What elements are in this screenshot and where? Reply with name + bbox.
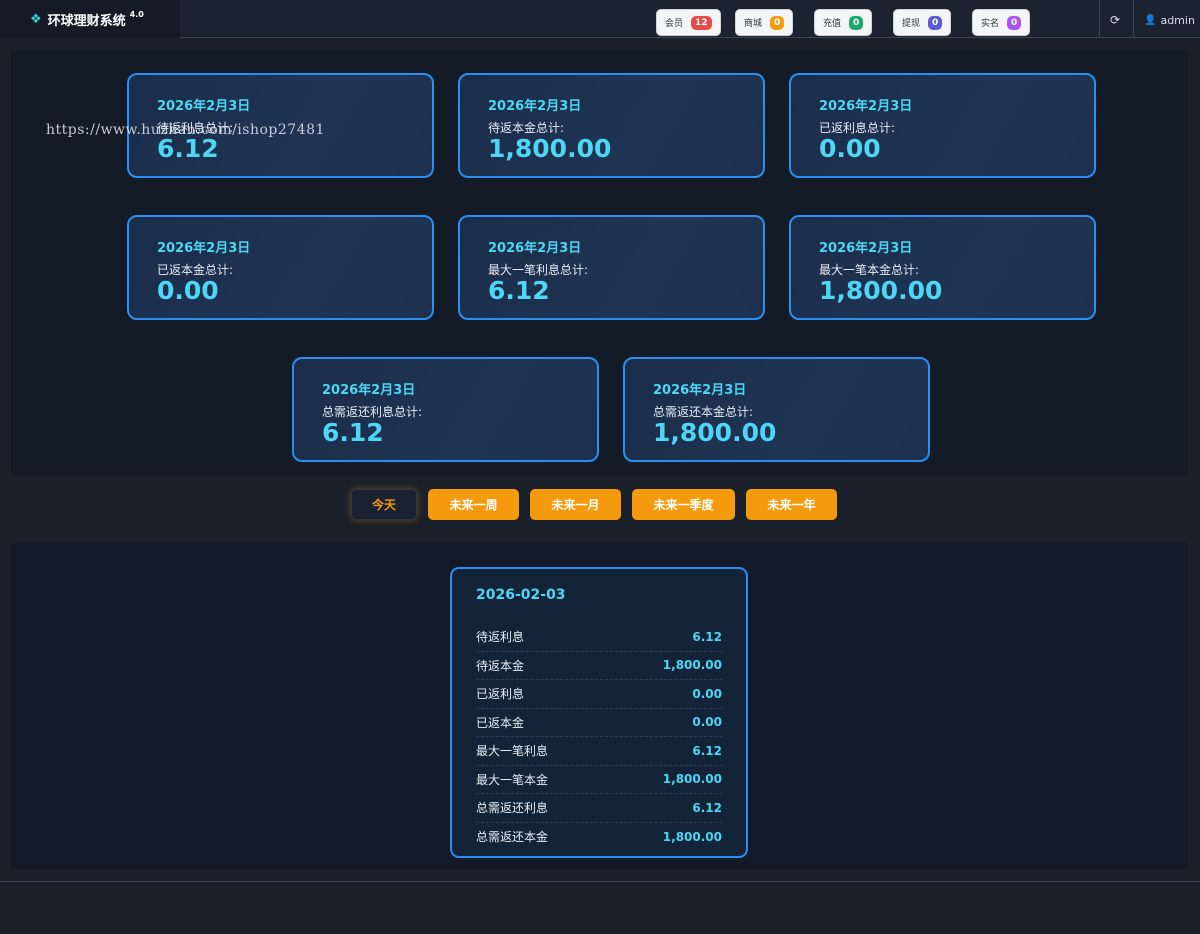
count-badge: 0 — [928, 15, 943, 30]
chip-recharge[interactable]: 充值 0 — [814, 9, 873, 36]
chip-mall[interactable]: 商城 0 — [735, 9, 794, 36]
row-label: 总需返还利息 — [476, 801, 549, 816]
card-value: 6.12 — [322, 418, 384, 447]
card-date: 2026年2月3日 — [819, 241, 913, 256]
row-label: 待返利息 — [476, 630, 525, 645]
row-label: 最大一笔利息 — [476, 744, 549, 759]
row-value: 6.12 — [692, 743, 722, 758]
brand[interactable]: ❖ 环球理财系统 4.0 — [0, 0, 180, 38]
chip-withdraw[interactable]: 提现 0 — [893, 9, 952, 36]
chip-members[interactable]: 会员 12 — [656, 9, 721, 36]
stat-card-max-principal: 2026年2月3日 最大一笔本金总计: 1,800.00 — [789, 215, 1096, 320]
list-item: 已返本金 0.00 — [476, 709, 722, 737]
row-value: 0.00 — [692, 715, 722, 730]
stat-card-returned-principal: 2026年2月3日 已返本金总计: 0.00 — [127, 215, 434, 320]
count-badge: 0 — [770, 15, 785, 30]
detail-date: 2026-02-03 — [476, 587, 566, 603]
card-label: 已返利息总计: — [819, 121, 896, 135]
row-label: 最大一笔本金 — [476, 772, 549, 787]
count-badge: 0 — [1007, 15, 1022, 30]
list-item: 最大一笔本金 1,800.00 — [476, 766, 722, 794]
row-value: 1,800.00 — [662, 829, 722, 844]
list-item: 已返利息 0.00 — [476, 680, 722, 709]
app-version: 4.0 — [129, 9, 144, 19]
list-item: 总需返还利息 6.12 — [476, 794, 722, 823]
daily-detail-card: 2026-02-03 待返利息 6.12 待返本金 1,800.00 已返利息 … — [450, 567, 748, 858]
diamond-grid-icon: ❖ — [30, 11, 42, 27]
chip-label: 会员 — [665, 19, 684, 29]
user-menu[interactable]: 👤 admin — [1144, 14, 1195, 27]
app-title: 环球理财系统 — [47, 13, 126, 29]
footer-divider — [0, 881, 1200, 882]
stat-card-max-interest: 2026年2月3日 最大一笔利息总计: 6.12 — [458, 215, 765, 320]
chip-label: 提现 — [902, 19, 921, 29]
card-label: 已返本金总计: — [157, 263, 234, 277]
filter-month-button[interactable]: 未来一月 — [530, 489, 621, 520]
watermark-text: https://www.huzhan.com/ishop27481 — [46, 122, 325, 138]
stat-card-total-interest: 2026年2月3日 总需返还利息总计: 6.12 — [292, 357, 599, 462]
refresh-icon[interactable]: ⟳ — [1110, 13, 1120, 27]
card-date: 2026年2月3日 — [322, 383, 416, 398]
count-badge: 0 — [849, 15, 864, 30]
filter-quarter-button[interactable]: 未来一季度 — [632, 489, 735, 520]
top-bar: ❖ 环球理财系统 4.0 会员 12 商城 0 充值 0 提现 0 实名 0 ⟳… — [0, 0, 1200, 38]
chip-label: 商城 — [744, 19, 763, 29]
card-date: 2026年2月3日 — [653, 383, 747, 398]
list-item: 总需返还本金 1,800.00 — [476, 823, 722, 852]
chip-label: 充值 — [823, 19, 842, 29]
user-icon: 👤 — [1144, 15, 1157, 26]
row-value: 6.12 — [692, 629, 722, 644]
chip-label: 实名 — [981, 19, 1000, 29]
row-label: 已返利息 — [476, 687, 525, 702]
card-value: 1,800.00 — [653, 418, 777, 447]
card-date: 2026年2月3日 — [157, 241, 251, 256]
filter-today-button[interactable]: 今天 — [351, 489, 417, 520]
stat-card-pending-principal: 2026年2月3日 待返本金总计: 1,800.00 — [458, 73, 765, 178]
card-value: 1,800.00 — [488, 134, 612, 163]
row-value: 1,800.00 — [662, 658, 722, 673]
card-date: 2026年2月3日 — [157, 99, 251, 114]
divider — [1133, 0, 1134, 38]
list-item: 待返本金 1,800.00 — [476, 652, 722, 680]
list-item: 待返利息 6.12 — [476, 623, 722, 652]
row-label: 待返本金 — [476, 658, 525, 673]
card-date: 2026年2月3日 — [488, 99, 582, 114]
chip-verification[interactable]: 实名 0 — [972, 9, 1031, 36]
divider — [1099, 0, 1100, 38]
card-value: 6.12 — [157, 134, 219, 163]
card-label: 最大一笔本金总计: — [819, 263, 920, 277]
row-label: 已返本金 — [476, 715, 525, 730]
stat-card-returned-interest: 2026年2月3日 已返利息总计: 0.00 — [789, 73, 1096, 178]
card-date: 2026年2月3日 — [488, 241, 582, 256]
filter-week-button[interactable]: 未来一周 — [428, 489, 519, 520]
card-value: 6.12 — [488, 276, 550, 305]
list-item: 最大一笔利息 6.12 — [476, 737, 722, 766]
row-value: 0.00 — [692, 686, 722, 701]
count-badge: 12 — [691, 15, 712, 30]
stat-card-total-principal: 2026年2月3日 总需返还本金总计: 1,800.00 — [623, 357, 930, 462]
username: admin — [1160, 14, 1195, 27]
row-value: 1,800.00 — [662, 772, 722, 787]
row-value: 6.12 — [692, 800, 722, 815]
card-value: 0.00 — [157, 276, 219, 305]
card-date: 2026年2月3日 — [819, 99, 913, 114]
card-label: 总需返还本金总计: — [653, 405, 754, 419]
card-label: 待返本金总计: — [488, 121, 565, 135]
card-value: 0.00 — [819, 134, 881, 163]
card-value: 1,800.00 — [819, 276, 943, 305]
card-label: 总需返还利息总计: — [322, 405, 423, 419]
filter-year-button[interactable]: 未来一年 — [746, 489, 837, 520]
row-label: 总需返还本金 — [476, 830, 549, 845]
card-label: 最大一笔利息总计: — [488, 263, 589, 277]
